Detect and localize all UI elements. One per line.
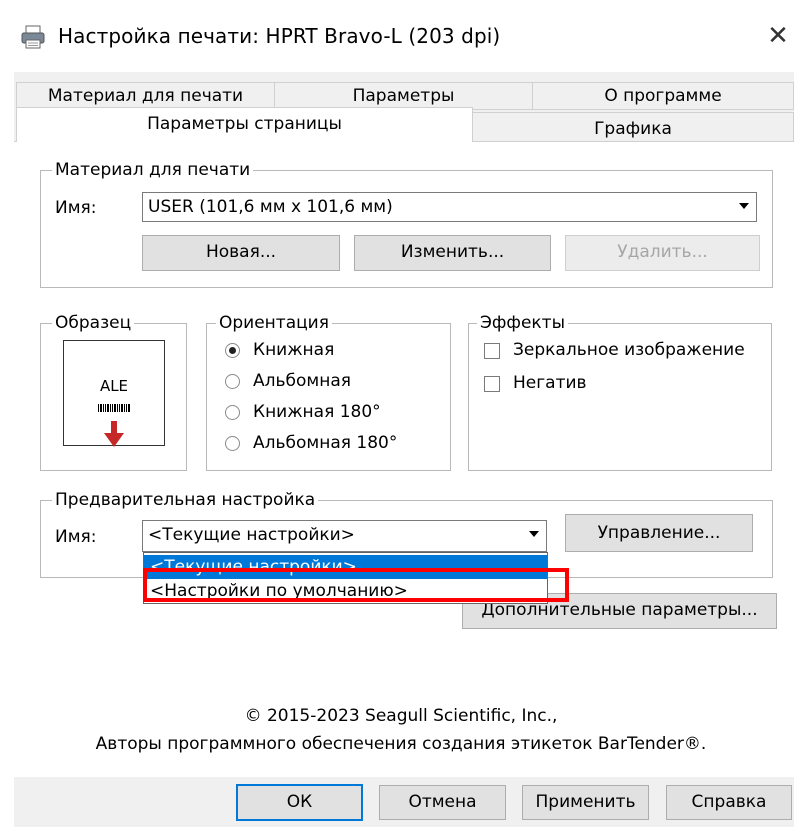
mirror-checkbox[interactable] [484,343,500,359]
tab-about[interactable]: О программе [532,82,794,110]
cancel-button[interactable]: Отмена [379,785,506,820]
sample-preview-text: ALE [99,377,129,395]
media-name-label: Имя: [55,198,97,218]
radio-landscape[interactable] [225,374,240,389]
chevron-down-icon[interactable] [732,194,755,220]
sample-preview: ALE [63,340,165,447]
tab-page-setup[interactable]: Параметры страницы [16,107,473,142]
help-button[interactable]: Справка [666,785,792,820]
preset-name-value: <Текущие настройки> [148,525,355,545]
tab-parameters[interactable]: Параметры [274,82,533,110]
tab-graphics[interactable]: Графика [472,112,794,142]
chevron-down-icon[interactable] [522,522,545,550]
new-media-button[interactable]: Новая... [142,235,340,271]
preset-name-combo[interactable]: <Текущие настройки> [142,520,547,552]
effects-group-label: Эффекты [477,313,568,333]
media-name-value: USER (101,6 мм x 101,6 мм) [148,197,393,217]
radio-portrait-180[interactable] [225,405,240,420]
close-button[interactable]: ✕ [760,18,796,54]
orientation-group-label: Ориентация [216,313,332,333]
radio-portrait[interactable] [225,343,240,358]
radio-portrait-label[interactable]: Книжная [253,340,334,360]
negative-checkbox[interactable] [484,376,500,392]
radio-landscape-180-label[interactable]: Альбомная 180° [253,433,397,453]
media-group-label: Материал для печати [52,160,254,180]
mirror-checkbox-label[interactable]: Зеркальное изображение [513,340,745,360]
printer-icon [20,24,46,50]
window-title: Настройка печати: HPRT Bravo-L (203 dpi) [58,24,501,48]
preset-group-label: Предварительная настройка [52,490,319,510]
arrow-down-icon [104,421,124,452]
ok-button[interactable]: ОК [236,784,363,821]
manage-presets-button[interactable]: Управление... [565,514,753,552]
radio-landscape-180[interactable] [225,436,240,451]
sample-group-label: Образец [52,313,135,333]
delete-media-button[interactable]: Удалить... [565,235,760,271]
media-name-combo[interactable]: USER (101,6 мм x 101,6 мм) [142,192,757,222]
preset-name-label: Имя: [55,527,97,547]
highlight-box [143,568,569,602]
negative-checkbox-label[interactable]: Негатив [513,373,587,393]
apply-button[interactable]: Применить [522,785,649,820]
copyright-line-2: Авторы программного обеспечения создания… [95,734,707,754]
barcode-icon [98,397,130,417]
copyright-line-1: © 2015-2023 Seagull Scientific, Inc., [244,706,558,726]
radio-landscape-label[interactable]: Альбомная [253,371,351,391]
tab-media[interactable]: Материал для печати [16,82,275,110]
radio-portrait-180-label[interactable]: Книжная 180° [253,402,381,422]
edit-media-button[interactable]: Изменить... [354,235,551,271]
title-bar: Настройка печати: HPRT Bravo-L (203 dpi)… [0,0,802,75]
